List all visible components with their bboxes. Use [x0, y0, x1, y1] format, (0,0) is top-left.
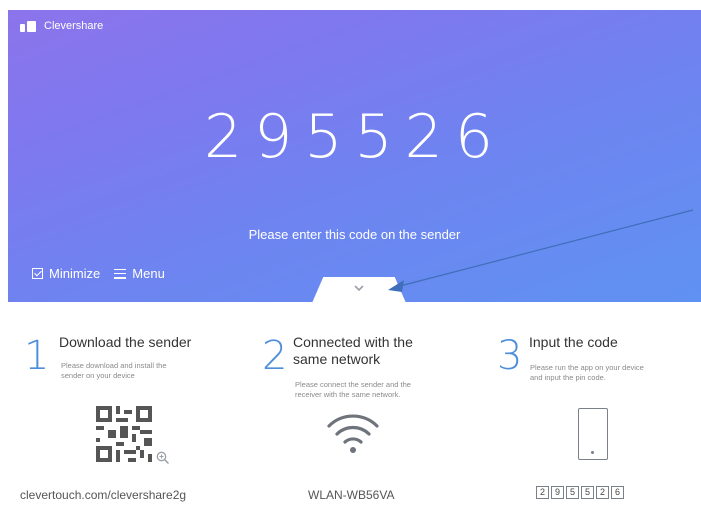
app-brand: Clevershare: [20, 20, 103, 32]
menu-button[interactable]: Menu: [114, 266, 165, 281]
download-url[interactable]: clevertouch.com/clevershare2g: [20, 488, 186, 502]
step-number: 3: [497, 333, 523, 379]
wifi-icon: [327, 414, 379, 453]
step-number: 2: [262, 333, 288, 379]
step-description: sender on your device: [61, 371, 135, 380]
pin-digit: 6: [611, 486, 624, 499]
menu-label: Menu: [132, 266, 165, 281]
step-description: Please run the app on your device: [530, 363, 644, 372]
zoom-icon[interactable]: [155, 450, 171, 466]
minimize-button[interactable]: Minimize: [32, 266, 100, 281]
checkbox-icon: [32, 268, 43, 279]
connection-code: 295526: [203, 102, 506, 172]
minimize-label: Minimize: [49, 266, 101, 281]
network-name: WLAN-WB56VA: [308, 488, 395, 502]
step-description: Please download and install the: [61, 361, 167, 370]
pin-digit: 5: [566, 486, 579, 499]
code-instruction: Please enter this code on the sender: [248, 227, 461, 242]
menu-icon: [114, 268, 127, 279]
qr-code-icon[interactable]: [96, 406, 152, 462]
step-title: same network: [293, 351, 381, 367]
clevershare-logo-icon: [20, 20, 36, 32]
pin-digit: 2: [596, 486, 609, 499]
chevron-down-icon[interactable]: [353, 284, 365, 292]
pin-code-boxes: 2 9 5 5 2 6: [536, 486, 624, 499]
setup-steps: 1 Download the sender Please download an…: [0, 310, 701, 520]
hero-controls: Minimize Menu: [32, 266, 165, 281]
step-number: 1: [24, 333, 50, 379]
app-name: Clevershare: [44, 20, 104, 32]
step-description: Please connect the sender and the: [295, 380, 411, 389]
step-title: Connected with the: [293, 334, 413, 350]
step-title: Download the sender: [59, 334, 192, 350]
phone-icon: [578, 408, 608, 460]
step-description: and input the pin code.: [530, 373, 606, 382]
pin-digit: 5: [581, 486, 594, 499]
step-title: Input the code: [529, 334, 618, 350]
step-description: receiver with the same network.: [295, 390, 401, 399]
pin-digit: 2: [536, 486, 549, 499]
pin-digit: 9: [551, 486, 564, 499]
